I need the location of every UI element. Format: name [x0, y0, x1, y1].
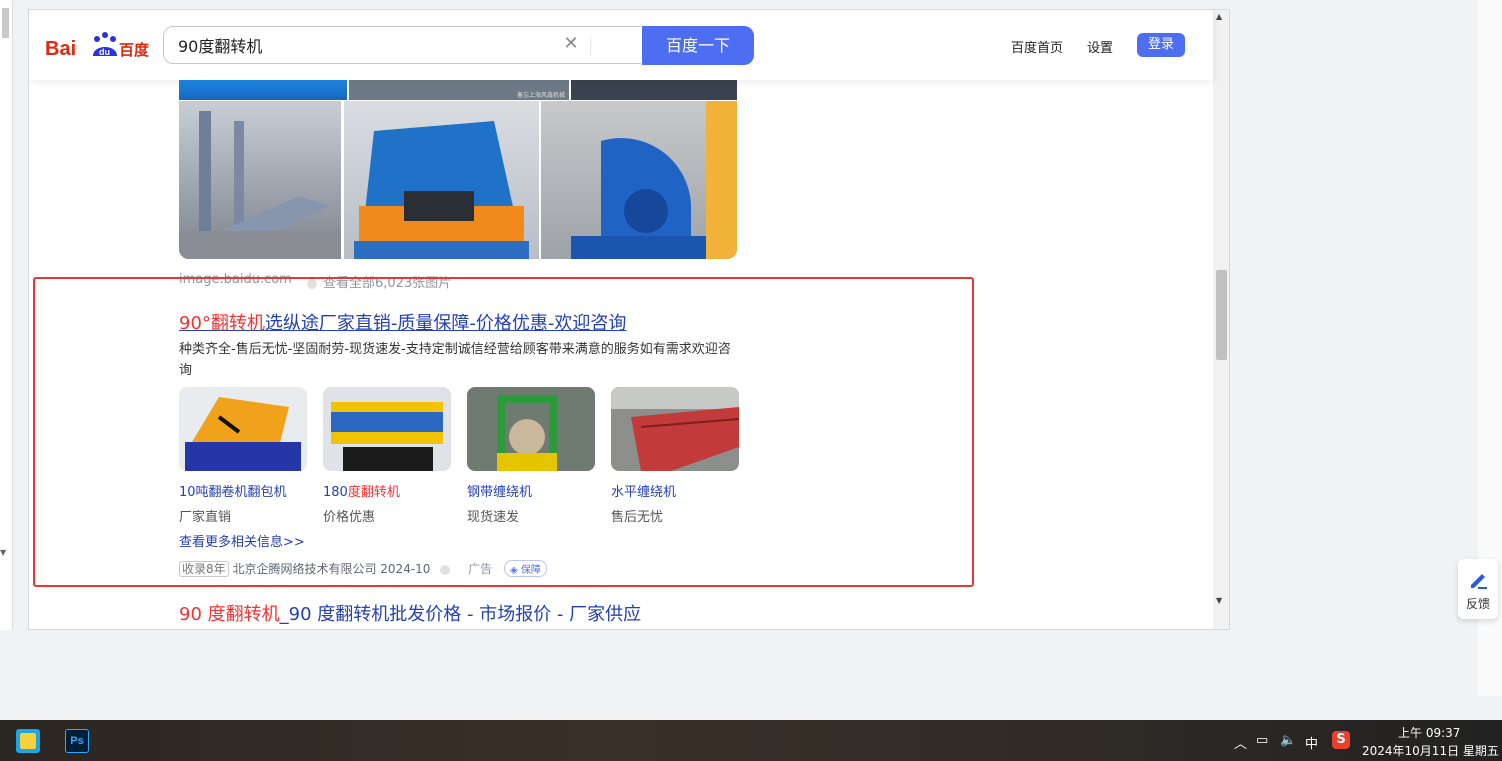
settings-link[interactable]: 设置: [1087, 37, 1113, 56]
product-subtitle: 厂家直销: [179, 510, 232, 525]
homepage-link[interactable]: 百度首页: [1011, 37, 1063, 56]
product-card[interactable]: 钢带缠绕机 现货速发: [467, 387, 595, 525]
product-image[interactable]: [323, 387, 451, 471]
result-image-2[interactable]: [344, 101, 539, 259]
result-image-top-1[interactable]: [179, 80, 347, 100]
machine-photo-2: [354, 121, 529, 259]
indexed-years-badge: 收录8年: [179, 561, 229, 577]
shield-icon: ◈: [509, 565, 518, 576]
result-image-top-2[interactable]: 备忘上海风鑫机械: [349, 80, 569, 100]
sogou-icon[interactable]: S: [1332, 731, 1350, 749]
product-name[interactable]: 水平缠绕机: [611, 481, 739, 500]
taskbar: Ps ︿ ▭ 🔈 中 S 上午 09:37 2024年10月11日 星期五: [0, 720, 1502, 761]
result-image-3[interactable]: [541, 101, 737, 259]
product-card[interactable]: 10吨翻卷机翻包机 厂家直销: [179, 387, 307, 525]
svg-text:du: du: [99, 47, 110, 57]
ad-title-highlight: 90°翻转机: [179, 313, 265, 334]
next-title-rest: _90 度翻转机批发价格 - 市场报价 - 厂家供应: [279, 604, 642, 625]
dot-icon: [440, 564, 451, 575]
divider: [590, 37, 591, 55]
product-name[interactable]: 180度翻转机: [323, 481, 451, 500]
product-card[interactable]: 水平缠绕机 售后无忧: [611, 387, 739, 525]
next-title-highlight: 90 度翻转机: [179, 604, 280, 625]
search-header: Bai du 百度 ✕ 百度一下 百度首页 设置 登录: [29, 10, 1213, 80]
photoshop-icon[interactable]: Ps: [65, 729, 89, 753]
image-source-label[interactable]: image.baidu.com: [179, 272, 292, 287]
volume-icon[interactable]: 🔈: [1280, 733, 1296, 748]
product-name-text: 180: [323, 485, 348, 500]
view-all-images-link[interactable]: 查看全部6,023张图片: [307, 272, 451, 291]
machine-photo-1: [179, 111, 341, 259]
ad-result-title-link[interactable]: 90°翻转机选纵途厂家直销-质量保障-价格优惠-欢迎咨询: [179, 309, 626, 335]
login-button[interactable]: 登录: [1137, 33, 1185, 57]
result-image-1[interactable]: [179, 101, 341, 259]
clear-icon[interactable]: ✕: [561, 34, 581, 54]
search-button[interactable]: 百度一下: [642, 26, 754, 65]
browser-viewport: 备忘上海风鑫机械 image.baidu.com 查看全部6,023张图片 90…: [28, 9, 1230, 630]
baidu-logo[interactable]: Bai du 百度: [45, 30, 149, 62]
search-box[interactable]: ✕: [163, 26, 641, 64]
pen-icon: [1471, 574, 1487, 589]
page-scrollbar[interactable]: ▲ ▼: [1213, 10, 1229, 629]
guarantee-badge[interactable]: ◈ 保障: [503, 560, 547, 577]
left-scrollbar-thumb[interactable]: [2, 8, 9, 38]
product-name-highlight: 度翻转机: [347, 485, 400, 500]
svg-text:Bai: Bai: [45, 38, 76, 60]
clock-date[interactable]: 2024年10月11日 星期五: [1362, 742, 1499, 759]
product-subtitle: 售后无忧: [611, 510, 664, 525]
guarantee-text: 保障: [520, 565, 541, 576]
search-input[interactable]: [178, 35, 538, 55]
machine-photo-3: [571, 101, 737, 259]
clock-time[interactable]: 上午 09:37: [1398, 724, 1460, 741]
result-image-top-3[interactable]: [571, 80, 737, 100]
left-window-edge: ▼: [0, 0, 13, 630]
scroll-up-icon[interactable]: ▲: [1216, 12, 1222, 21]
scrollbar-thumb[interactable]: [1216, 270, 1227, 360]
view-all-images-text: 查看全部6,023张图片: [323, 276, 452, 291]
product-name[interactable]: 钢带缠绕机: [467, 481, 595, 500]
dot-icon: [307, 278, 317, 289]
ad-description: 种类齐全-售后无忧-坚固耐劳-现货速发-支持定制诚信经营给顾客带来满意的服务如有…: [179, 342, 731, 378]
ad-company[interactable]: 北京企腾网络技术有限公司 2024-10: [232, 562, 430, 576]
feedback-button[interactable]: 反馈: [1458, 559, 1498, 619]
svg-text:百度: 百度: [119, 41, 149, 59]
next-result-title-link[interactable]: 90 度翻转机_90 度翻转机批发价格 - 市场报价 - 厂家供应: [179, 600, 641, 626]
ad-label: 广告: [468, 562, 493, 576]
network-icon[interactable]: ▭: [1256, 733, 1268, 748]
image-watermark: 备忘上海风鑫机械: [516, 92, 565, 99]
product-subtitle: 价格优惠: [323, 510, 376, 525]
ime-indicator[interactable]: 中: [1305, 733, 1318, 752]
ad-title-rest: 选纵途厂家直销-质量保障-价格优惠-欢迎咨询: [264, 313, 627, 334]
product-image[interactable]: [611, 387, 739, 471]
product-name[interactable]: 10吨翻卷机翻包机: [179, 481, 307, 500]
ad-footer: 收录8年 北京企腾网络技术有限公司 2024-10 广告 ◈ 保障: [179, 560, 547, 577]
scroll-down-icon[interactable]: ▼: [1216, 596, 1222, 605]
feedback-label: 反馈: [1465, 597, 1490, 611]
product-card[interactable]: 180度翻转机 价格优惠: [323, 387, 451, 525]
left-scroll-arrow-icon[interactable]: ▼: [0, 548, 6, 557]
product-image[interactable]: [467, 387, 595, 471]
product-subtitle: 现货速发: [467, 510, 520, 525]
chevron-up-icon[interactable]: ︿: [1234, 733, 1247, 752]
app-launcher-icon[interactable]: [16, 729, 40, 753]
more-info-link[interactable]: 查看更多相关信息>>: [179, 531, 305, 550]
product-image[interactable]: [179, 387, 307, 471]
